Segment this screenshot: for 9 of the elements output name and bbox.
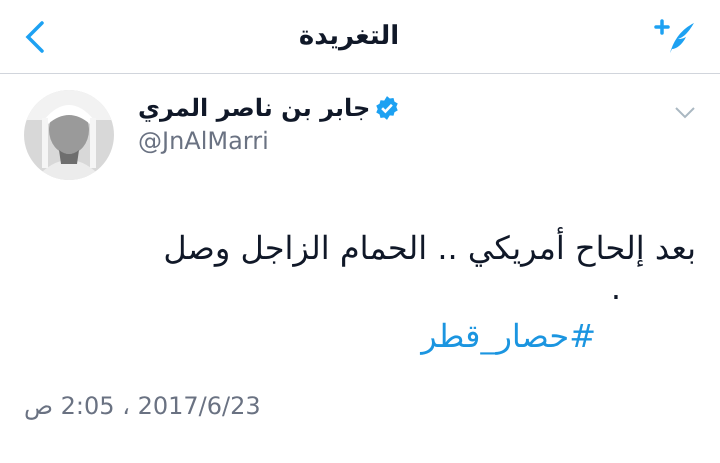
tweet-text: . [610, 268, 621, 308]
chevron-down-icon[interactable] [674, 106, 696, 120]
tweet-timestamp: 2017/6/23 ، 2:05 ص [24, 391, 261, 422]
author-handle: @JnAlMarri [138, 126, 270, 156]
hashtag-link[interactable]: #حصار_قطر [421, 312, 596, 360]
author-name: جابر بن ناصر المري [138, 93, 370, 124]
tweet-text: بعد إلحاح أمريكي .. الحمام الزاجل وصل [162, 228, 696, 268]
back-icon[interactable] [24, 20, 46, 54]
page-title: التغريدة [298, 20, 400, 53]
